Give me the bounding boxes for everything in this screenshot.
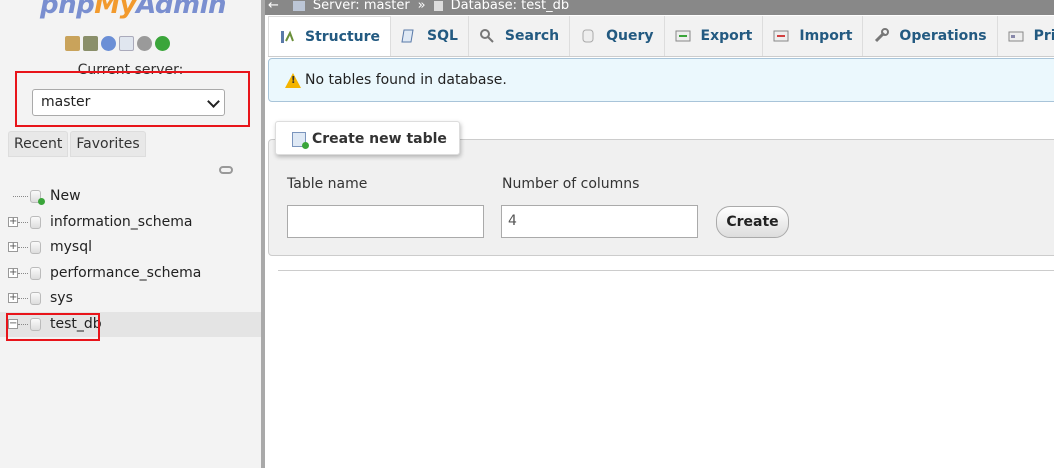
expand-icon[interactable]: + xyxy=(8,267,18,278)
tree-item-label: mysql xyxy=(50,239,92,255)
chevron-down-icon xyxy=(207,95,220,108)
navigation-panel: phpMyAdmin Current server: master Recent… xyxy=(0,0,261,468)
divider xyxy=(278,270,1054,271)
database-icon xyxy=(30,241,41,254)
sql-icon xyxy=(401,29,414,43)
nav-icon-bar xyxy=(65,36,170,51)
tree-item-label: performance_schema xyxy=(50,264,202,281)
tab-export[interactable]: Export xyxy=(664,16,764,56)
database-tabs: Structure SQL Search Query Export Import… xyxy=(268,16,1054,57)
import-icon xyxy=(773,30,789,42)
expand-icon[interactable]: + xyxy=(8,293,18,303)
tree-connector xyxy=(18,298,28,299)
breadcrumb: ← Server: master » Database: test_db xyxy=(265,0,1054,15)
tab-search[interactable]: Search xyxy=(468,16,571,56)
tab-label: Search xyxy=(504,28,560,44)
server-select-value: master xyxy=(41,94,91,110)
tab-label: Export xyxy=(700,28,753,44)
home-icon[interactable] xyxy=(65,36,80,51)
export-icon xyxy=(675,30,691,42)
tab-privileges[interactable]: Privi xyxy=(997,16,1054,56)
create-button[interactable]: Create xyxy=(716,206,789,238)
notice-message: No tables found in database. xyxy=(268,58,1054,102)
table-name-label: Table name xyxy=(287,176,368,192)
tab-label: SQL xyxy=(427,28,458,44)
tab-label: Query xyxy=(606,28,654,44)
link-icon[interactable] xyxy=(219,166,233,174)
structure-icon xyxy=(281,30,294,43)
tree-connector xyxy=(13,196,28,197)
test-db-highlight-box xyxy=(6,313,100,341)
tab-operations[interactable]: Operations xyxy=(863,16,998,56)
search-icon xyxy=(479,29,494,43)
tree-connector xyxy=(18,272,28,274)
logo-admin: Admin xyxy=(136,0,227,20)
privileges-icon xyxy=(1008,31,1024,42)
breadcrumb-separator: » xyxy=(417,0,426,13)
reload-icon[interactable] xyxy=(155,36,170,51)
tree-item-label: sys xyxy=(50,290,73,306)
logo-my: My xyxy=(94,0,137,20)
breadcrumb-server[interactable]: Server: master xyxy=(313,0,410,12)
tree-connector xyxy=(18,247,28,248)
tab-label: Import xyxy=(799,28,853,44)
wrench-icon xyxy=(875,28,890,43)
columns-input[interactable]: 4 xyxy=(501,205,698,238)
create-table-legend-label: Create new table xyxy=(312,131,447,147)
exit-icon[interactable] xyxy=(83,36,98,51)
tree-item-label: New xyxy=(50,188,81,204)
create-table-fieldset xyxy=(268,139,1054,256)
expand-icon[interactable]: + xyxy=(8,242,18,252)
database-icon xyxy=(30,215,41,229)
database-icon xyxy=(30,292,41,305)
columns-label: Number of columns xyxy=(502,176,640,192)
warning-icon xyxy=(285,73,301,88)
phpmyadmin-logo[interactable]: phpMyAdmin xyxy=(40,0,227,20)
notice-text: No tables found in database. xyxy=(305,72,507,88)
server-icon xyxy=(292,0,305,11)
logo-php: php xyxy=(40,0,95,20)
docs-icon[interactable] xyxy=(119,36,134,51)
table-name-input[interactable] xyxy=(287,205,484,238)
tab-label: Operations xyxy=(899,28,987,44)
new-table-icon xyxy=(292,132,309,149)
tree-item-sys[interactable]: + sys xyxy=(0,286,261,312)
nav-tab-recent[interactable]: Recent xyxy=(8,131,69,157)
tab-sql[interactable]: SQL xyxy=(391,16,469,56)
tree-item-performance-schema[interactable]: + performance_schema xyxy=(0,261,261,287)
tree-item-label: information_schema xyxy=(50,213,193,230)
settings-icon[interactable] xyxy=(137,36,152,51)
expand-icon[interactable]: + xyxy=(8,216,18,227)
create-table-legend: Create new table xyxy=(275,121,460,155)
breadcrumb-database[interactable]: Database: test_db xyxy=(451,0,570,12)
help-icon[interactable] xyxy=(101,36,116,51)
tab-structure[interactable]: Structure xyxy=(268,16,392,56)
tree-item-information-schema[interactable]: + information_schema xyxy=(0,210,261,236)
tree-item-new[interactable]: New xyxy=(0,184,261,210)
tab-label: Privi xyxy=(1033,28,1054,44)
back-arrow-icon[interactable]: ← xyxy=(268,0,279,12)
server-select[interactable]: master xyxy=(32,89,225,116)
tree-item-mysql[interactable]: + mysql xyxy=(0,235,261,261)
main-content: ← Server: master » Database: test_db Struct… xyxy=(265,0,1054,468)
nav-tabs: Recent Favorites xyxy=(8,131,146,157)
nav-tab-favorites[interactable]: Favorites xyxy=(70,131,146,157)
tab-label: Structure xyxy=(305,29,381,45)
tree-connector xyxy=(18,221,28,223)
query-icon xyxy=(582,29,594,43)
tab-import[interactable]: Import xyxy=(763,16,864,56)
database-icon xyxy=(30,266,41,280)
database-icon xyxy=(433,0,443,11)
tab-query[interactable]: Query xyxy=(570,16,665,56)
new-database-icon xyxy=(30,190,45,205)
